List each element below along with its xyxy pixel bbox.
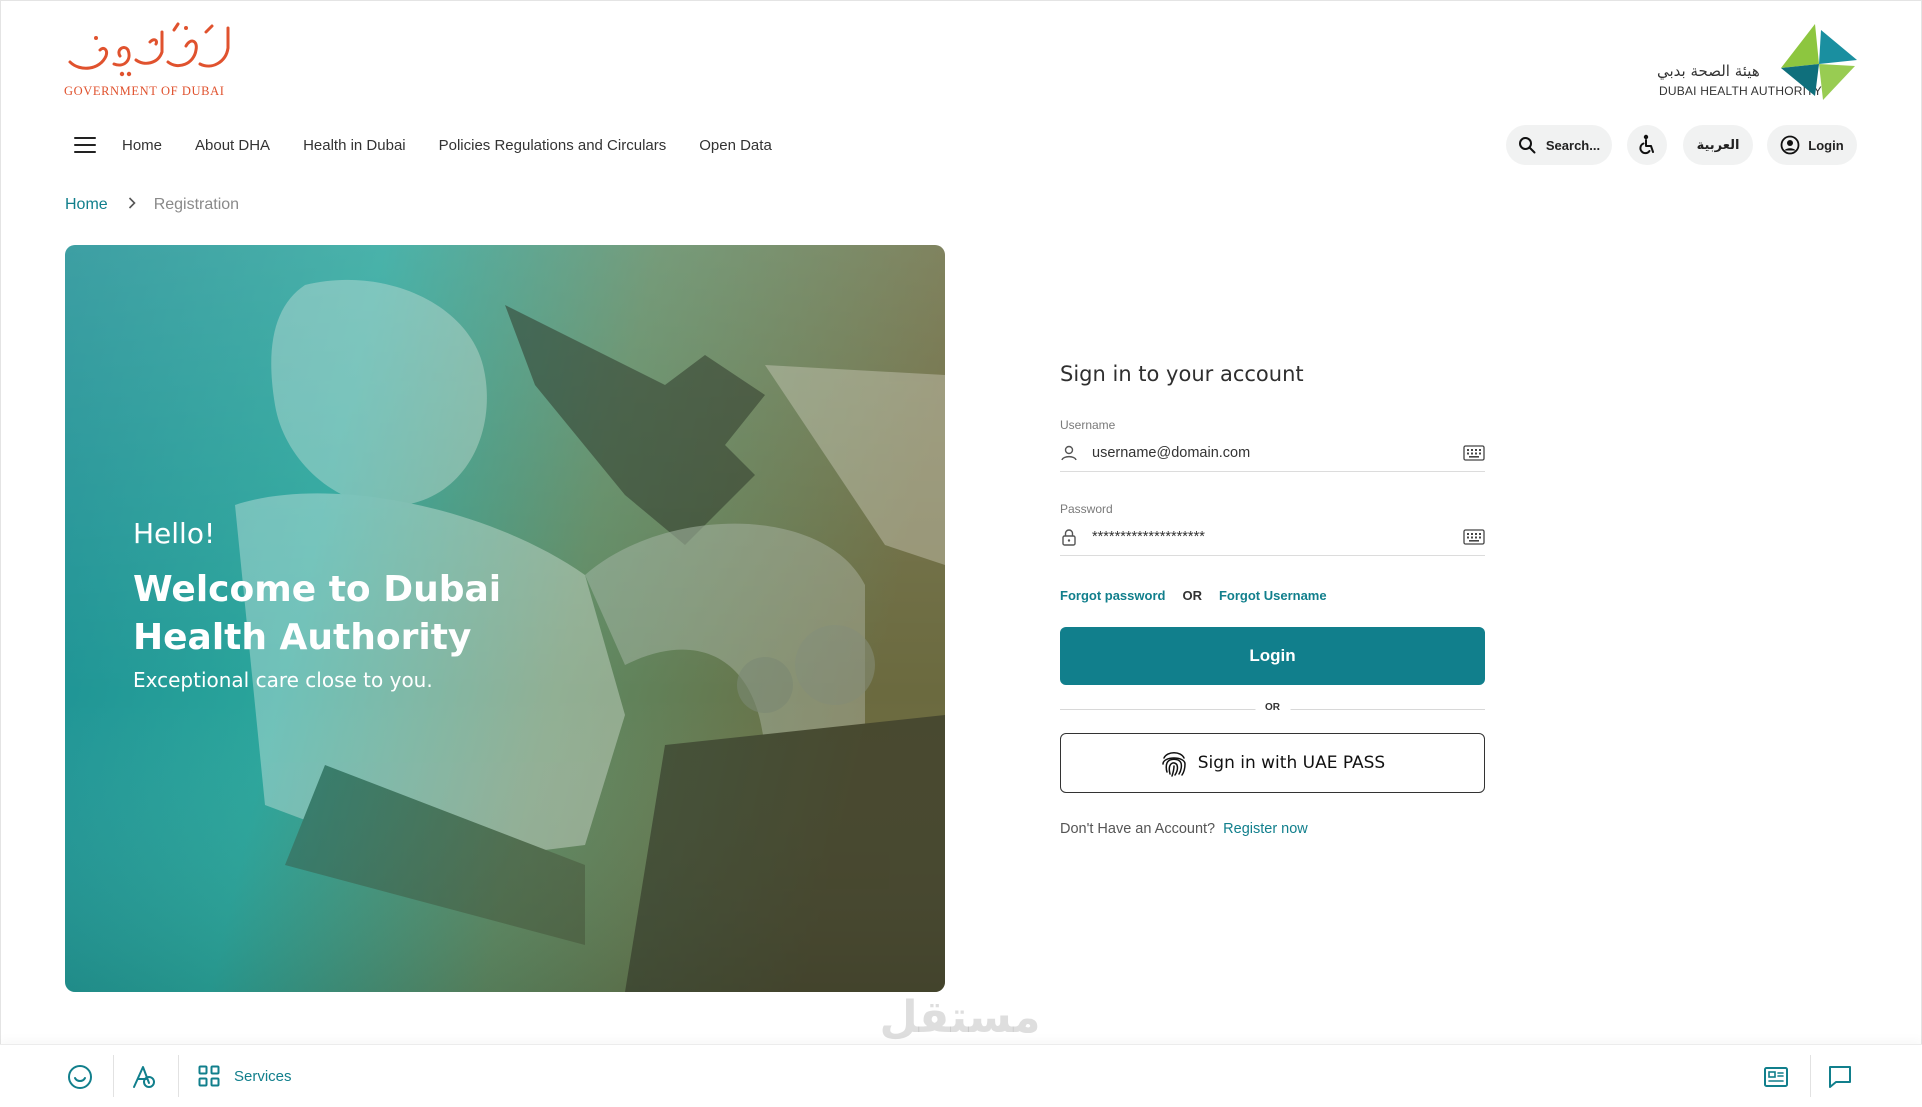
breadcrumb-current: Registration	[153, 196, 240, 213]
uae-pass-label: Sign in with UAE PASS	[1197, 753, 1386, 773]
header-login-label: Login	[1808, 137, 1844, 153]
footer-toolbar: Services	[0, 1044, 1922, 1107]
signin-panel: Sign in to your account Username Passwor…	[1060, 362, 1485, 837]
hero-title: Welcome to Dubai Health Authority	[133, 569, 502, 658]
signin-title: Sign in to your account	[1060, 362, 1304, 386]
chevron-right-icon	[128, 196, 136, 214]
login-button[interactable]: Login	[1060, 627, 1485, 685]
user-icon	[1061, 445, 1077, 460]
chat-icon[interactable]	[1826, 1063, 1854, 1091]
search-button[interactable]: Search...	[1506, 125, 1612, 165]
dha-logo-arabic: هيئة الصحة بدبي	[1657, 62, 1760, 80]
nav-item-health-in-dubai[interactable]: Health in Dubai	[303, 137, 406, 154]
password-label: Password	[1060, 502, 1113, 516]
register-prompt: Don't Have an Account? Register now	[1060, 821, 1485, 837]
forgot-links: Forgot password OR Forgot Username	[1060, 588, 1485, 603]
forgot-username-link[interactable]: Forgot Username	[1219, 588, 1327, 603]
search-icon	[1518, 137, 1536, 154]
government-of-dubai-logo[interactable]: GOVERNMENT OF DUBAI	[62, 20, 242, 100]
header-login-button[interactable]: Login	[1767, 125, 1857, 165]
keyboard-icon[interactable]	[1463, 528, 1485, 545]
uae-pass-button[interactable]: Sign in with UAE PASS	[1060, 733, 1485, 793]
or-divider: OR	[1060, 699, 1485, 719]
username-label: Username	[1060, 418, 1116, 432]
user-circle-icon	[1780, 135, 1800, 155]
username-field: Username	[1060, 418, 1485, 502]
nav-item-home[interactable]: Home	[122, 137, 162, 154]
hero-subtitle: Exceptional care close to you.	[133, 668, 433, 692]
forgot-or-text: OR	[1182, 588, 1202, 603]
main-navigation: Home About DHA Health in Dubai Policies …	[74, 130, 805, 160]
search-button-label: Search...	[1545, 137, 1601, 153]
footer-divider	[113, 1055, 114, 1097]
footer-divider	[178, 1055, 179, 1097]
no-account-text: Don't Have an Account?	[1060, 821, 1216, 837]
register-now-link[interactable]: Register now	[1223, 821, 1308, 837]
lock-icon	[1062, 528, 1076, 546]
keyboard-icon[interactable]	[1463, 444, 1485, 461]
dubai-health-authority-logo[interactable]: هيئة الصحة بدبي DUBAI HEALTH AUTHORITY	[1655, 24, 1860, 104]
fingerprint-icon	[1162, 752, 1186, 777]
nav-item-open-data[interactable]: Open Data	[699, 137, 772, 154]
news-icon[interactable]	[1762, 1063, 1790, 1091]
grid-icon	[198, 1065, 220, 1087]
username-input[interactable]	[1092, 444, 1463, 461]
forgot-password-link[interactable]: Forgot password	[1060, 588, 1165, 603]
breadcrumb-home-link[interactable]: Home	[65, 196, 108, 214]
hero-text: Hello! Welcome to Dubai Health Authority…	[133, 517, 513, 692]
footer-divider	[1810, 1055, 1811, 1097]
services-label: Services	[234, 1067, 292, 1085]
password-field: Password	[1060, 502, 1485, 586]
or-divider-text: OR	[1255, 702, 1290, 713]
hero-banner: Hello! Welcome to Dubai Health Authority…	[65, 245, 945, 992]
nav-item-policies[interactable]: Policies Regulations and Circulars	[439, 137, 667, 154]
nav-item-about-dha[interactable]: About DHA	[195, 137, 270, 154]
breadcrumb: Home Registration	[65, 196, 239, 214]
accessibility-button[interactable]	[1627, 125, 1667, 165]
password-input[interactable]	[1092, 528, 1463, 545]
hero-greeting: Hello!	[133, 517, 216, 550]
services-button[interactable]: Services	[198, 1065, 292, 1087]
accessibility-icon	[1639, 134, 1654, 155]
font-size-icon[interactable]	[130, 1063, 158, 1091]
hamburger-menu-icon[interactable]	[74, 137, 96, 153]
happiness-meter-icon[interactable]	[66, 1063, 94, 1091]
language-switch-button[interactable]: العربية	[1683, 125, 1753, 165]
gov-logo-calligraphy	[68, 22, 230, 77]
gov-logo-text: GOVERNMENT OF DUBAI	[64, 84, 225, 98]
username-row	[1060, 442, 1485, 472]
password-row	[1060, 526, 1485, 556]
dha-emblem-icon	[1781, 24, 1857, 100]
